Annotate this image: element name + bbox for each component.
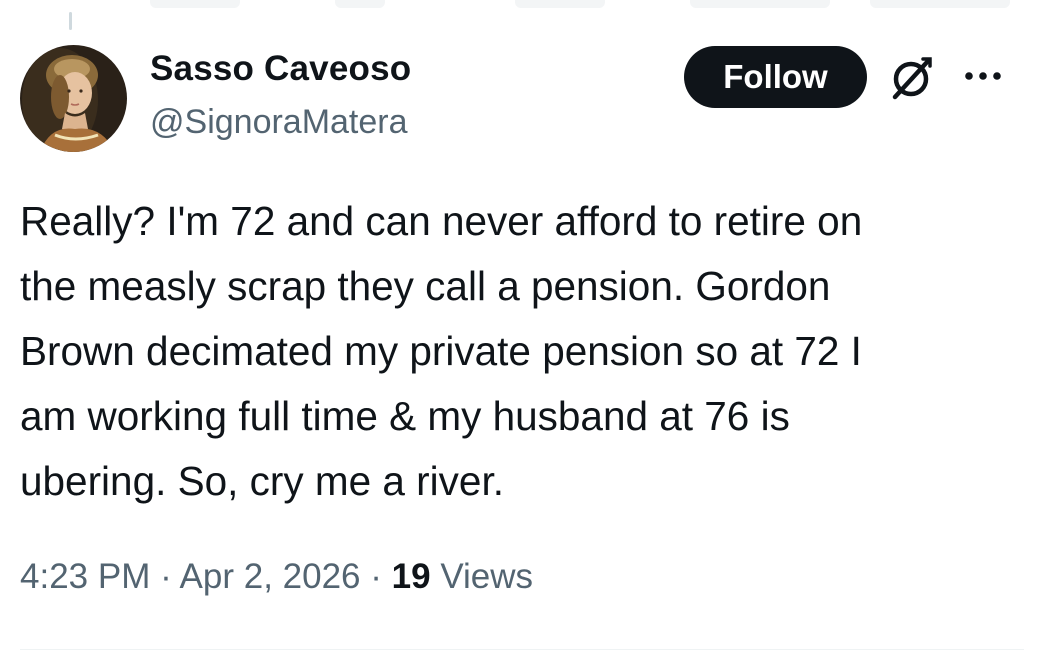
- divider: [20, 649, 1024, 650]
- views-link[interactable]: 19 Views: [392, 557, 533, 596]
- tweet-metadata: 4:23 PM · Apr 2, 2026 · 19 Views: [20, 557, 533, 597]
- author-display-name[interactable]: Sasso Caveoso: [150, 49, 411, 89]
- follow-button[interactable]: Follow: [684, 46, 867, 108]
- tweet-text-line: Brown decimated my private pension so at…: [20, 328, 862, 374]
- views-label: Views: [440, 557, 534, 596]
- grok-icon[interactable]: [887, 53, 937, 103]
- more-icon[interactable]: [958, 63, 1008, 89]
- thread-connector-line: [69, 12, 72, 30]
- header-tab-shadow: [150, 0, 240, 8]
- tweet-date: Apr 2, 2026: [179, 557, 361, 596]
- meta-separator: ·: [160, 557, 172, 596]
- avatar[interactable]: [20, 45, 127, 152]
- tweet-text-line: am working full time & my husband at 76 …: [20, 393, 790, 439]
- tweet-text-line: the measly scrap they call a pension. Go…: [20, 263, 831, 309]
- tweet-text: Really? I'm 72 and can never afford to r…: [20, 189, 1020, 514]
- header-tab-shadow: [515, 0, 605, 8]
- tweet-text-line: Really? I'm 72 and can never afford to r…: [20, 198, 863, 244]
- header-tab-shadow: [870, 0, 1010, 8]
- header-tab-shadow: [690, 0, 830, 8]
- tweet-timestamp-link[interactable]: 4:23 PM · Apr 2, 2026: [20, 557, 361, 596]
- header-tab-shadow: [335, 0, 385, 8]
- author-handle[interactable]: @SignoraMatera: [150, 103, 408, 142]
- tweet-time: 4:23 PM: [20, 557, 151, 596]
- views-count: 19: [391, 557, 431, 596]
- meta-separator: ·: [370, 557, 382, 596]
- tweet-text-line: ubering. So, cry me a river.: [20, 458, 504, 504]
